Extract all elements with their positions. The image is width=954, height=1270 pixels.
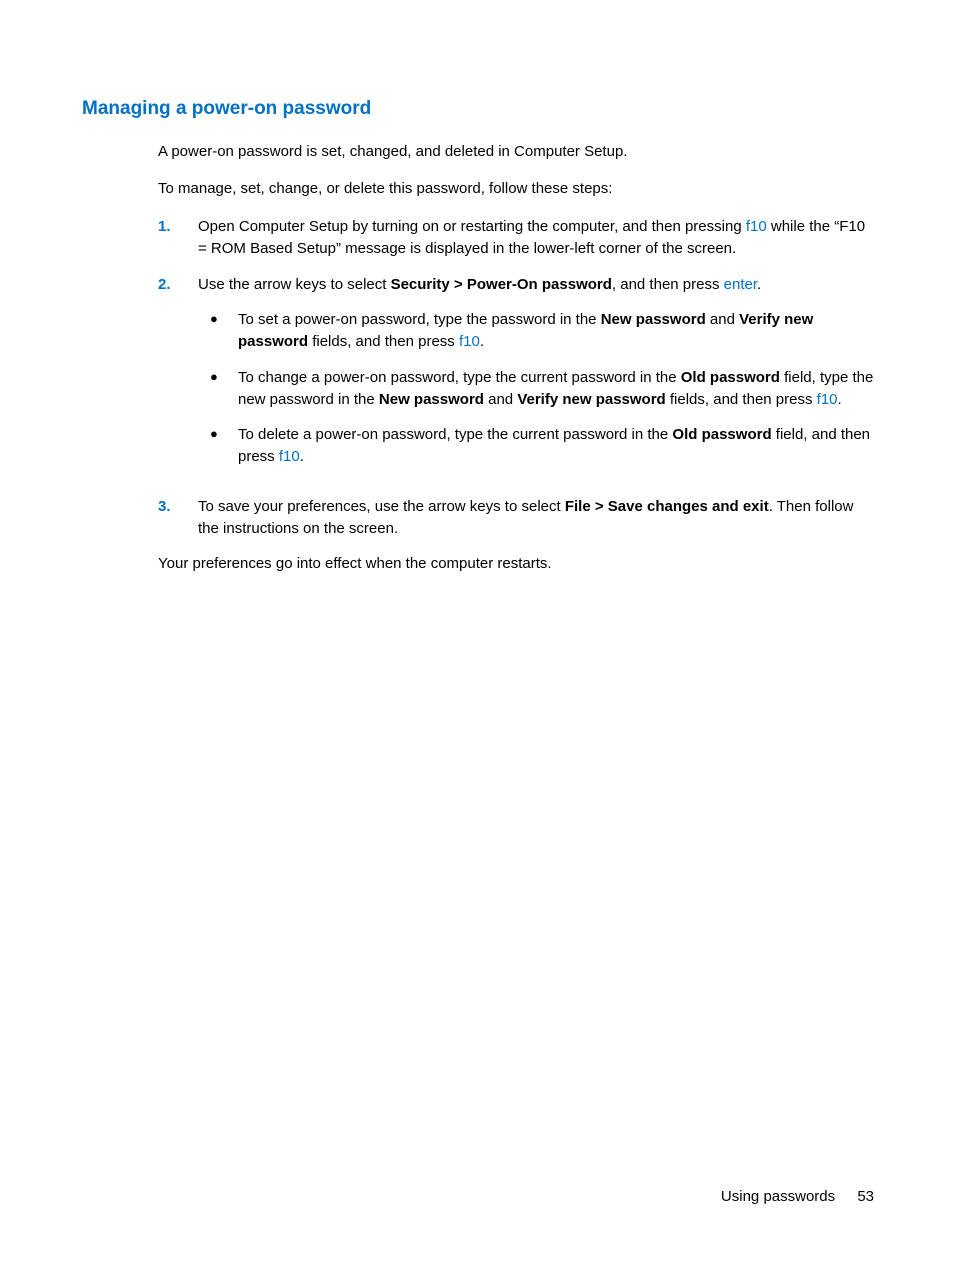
- step-body: Open Computer Setup by turning on or res…: [198, 216, 874, 260]
- footer-section-title: Using passwords: [721, 1188, 835, 1205]
- text: To set a power-on password, type the pas…: [238, 311, 601, 328]
- menu-path: Security > Power-On password: [391, 276, 612, 293]
- key-enter: enter: [724, 276, 757, 293]
- menu-path: File > Save changes and exit: [565, 498, 769, 515]
- bullet-icon: ●: [198, 367, 238, 411]
- text: .: [838, 391, 842, 408]
- step-2: 2. Use the arrow keys to select Security…: [158, 274, 874, 482]
- bullet-body: To delete a power-on password, type the …: [238, 424, 874, 468]
- steps-list: 1. Open Computer Setup by turning on or …: [158, 216, 874, 539]
- bullet-body: To change a power-on password, type the …: [238, 367, 874, 411]
- field-name: New password: [379, 391, 484, 408]
- text: To change a power-on password, type the …: [238, 369, 681, 386]
- sub-bullets: ● To set a power-on password, type the p…: [198, 309, 874, 468]
- text: .: [480, 333, 484, 350]
- bullet-body: To set a power-on password, type the pas…: [238, 309, 874, 353]
- field-name: Verify new password: [517, 391, 665, 408]
- intro-paragraph-1: A power-on password is set, changed, and…: [158, 141, 874, 163]
- bullet-change-password: ● To change a power-on password, type th…: [198, 367, 874, 411]
- text: , and then press: [612, 276, 724, 293]
- field-name: New password: [601, 311, 706, 328]
- step-number: 2.: [158, 274, 198, 482]
- bullet-delete-password: ● To delete a power-on password, type th…: [198, 424, 874, 468]
- closing-paragraph: Your preferences go into effect when the…: [158, 553, 874, 575]
- key-f10: f10: [459, 333, 480, 350]
- page-number: 53: [857, 1188, 874, 1205]
- text: Use the arrow keys to select: [198, 276, 391, 293]
- step-body: To save your preferences, use the arrow …: [198, 496, 874, 540]
- field-name: Old password: [681, 369, 780, 386]
- page-footer: Using passwords 53: [721, 1186, 874, 1208]
- text: fields, and then press: [666, 391, 817, 408]
- step-3: 3. To save your preferences, use the arr…: [158, 496, 874, 540]
- text: .: [757, 276, 761, 293]
- key-f10: f10: [279, 448, 300, 465]
- document-page: Managing a power-on password A power-on …: [0, 0, 954, 575]
- step-number: 1.: [158, 216, 198, 260]
- key-f10: f10: [746, 218, 767, 235]
- bullet-set-password: ● To set a power-on password, type the p…: [198, 309, 874, 353]
- field-name: Old password: [672, 426, 771, 443]
- step-number: 3.: [158, 496, 198, 540]
- step-body: Use the arrow keys to select Security > …: [198, 274, 874, 482]
- text: Open Computer Setup by turning on or res…: [198, 218, 746, 235]
- section-heading: Managing a power-on password: [82, 95, 874, 123]
- text: and: [484, 391, 517, 408]
- text: .: [300, 448, 304, 465]
- key-f10: f10: [817, 391, 838, 408]
- bullet-icon: ●: [198, 424, 238, 468]
- text: and: [706, 311, 739, 328]
- bullet-icon: ●: [198, 309, 238, 353]
- text: To save your preferences, use the arrow …: [198, 498, 565, 515]
- intro-paragraph-2: To manage, set, change, or delete this p…: [158, 178, 874, 200]
- step-1: 1. Open Computer Setup by turning on or …: [158, 216, 874, 260]
- text: To delete a power-on password, type the …: [238, 426, 672, 443]
- text: fields, and then press: [308, 333, 459, 350]
